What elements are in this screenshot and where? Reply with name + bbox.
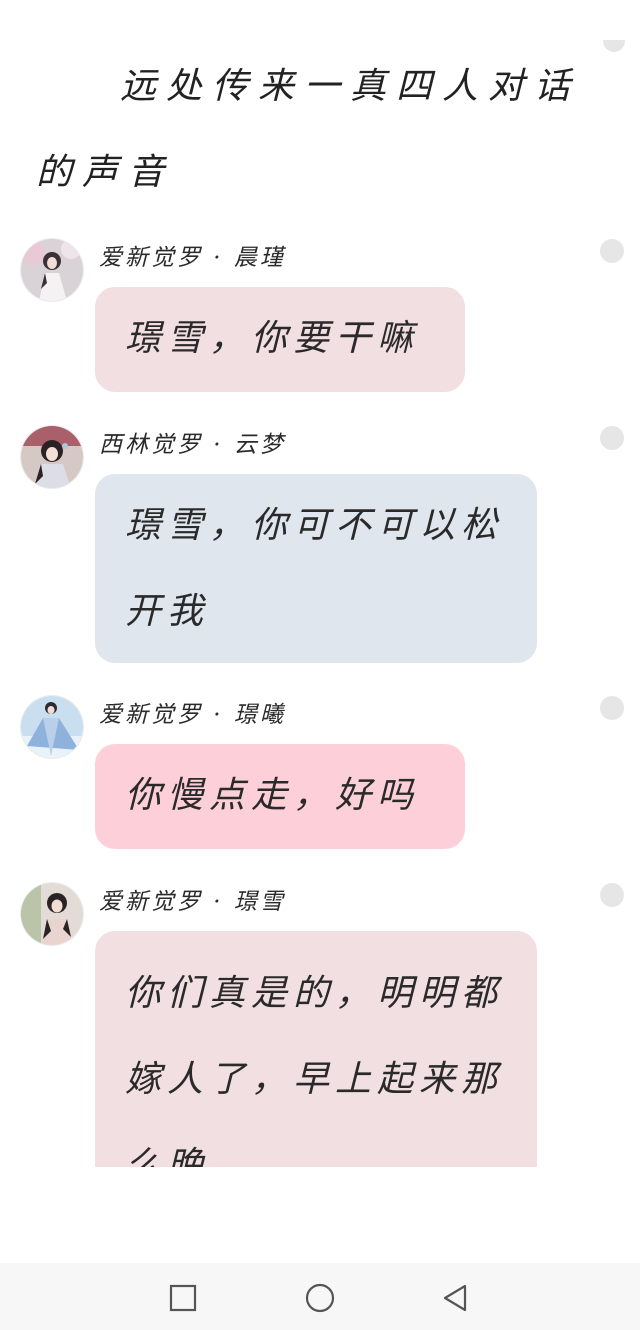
avatar[interactable] [21, 426, 83, 488]
more-options-dot[interactable] [600, 426, 624, 450]
avatar[interactable] [21, 696, 83, 758]
square-icon [169, 1284, 197, 1312]
more-options-dot[interactable] [600, 239, 624, 263]
back-button[interactable] [440, 1283, 470, 1313]
more-options-dot[interactable] [600, 696, 624, 720]
sender-name: 爱新觉罗 · 璟曦 [99, 702, 286, 728]
avatar-image [21, 426, 83, 488]
sender-name: 西林觉罗 · 云梦 [99, 432, 286, 458]
home-button[interactable] [305, 1283, 335, 1313]
triangle-back-icon [443, 1284, 467, 1312]
avatar[interactable] [21, 239, 83, 301]
avatar-image [21, 696, 83, 758]
system-navigation-bar [0, 1263, 640, 1330]
avatar-image [21, 239, 83, 301]
circle-icon [305, 1283, 335, 1313]
avatar[interactable] [21, 883, 83, 945]
message-bubble[interactable]: 璟雪，你可不可以松开我 [95, 474, 537, 663]
more-options-dot[interactable] [600, 883, 624, 907]
avatar-image [21, 883, 83, 945]
chat-scroll-area[interactable]: 远处传来一真四人对话的声音 爱新觉罗 · 晨瑾 璟雪，你要干嘛 西林觉罗 · 云… [0, 0, 640, 1167]
recents-button[interactable] [168, 1283, 198, 1313]
message-bubble[interactable]: 你们真是的，明明都嫁人了，早上起来那么晚 [95, 931, 537, 1167]
message-bubble[interactable]: 你慢点走，好吗 [95, 744, 465, 849]
message-bubble[interactable]: 璟雪，你要干嘛 [95, 287, 465, 392]
chat-screen: 远处传来一真四人对话的声音 爱新觉罗 · 晨瑾 璟雪，你要干嘛 西林觉罗 · 云… [0, 0, 640, 1330]
sender-name: 爱新觉罗 · 晨瑾 [99, 245, 286, 271]
sender-name: 爱新觉罗 · 璟雪 [99, 889, 286, 915]
narration-text: 远处传来一真四人对话的声音 [36, 66, 581, 193]
